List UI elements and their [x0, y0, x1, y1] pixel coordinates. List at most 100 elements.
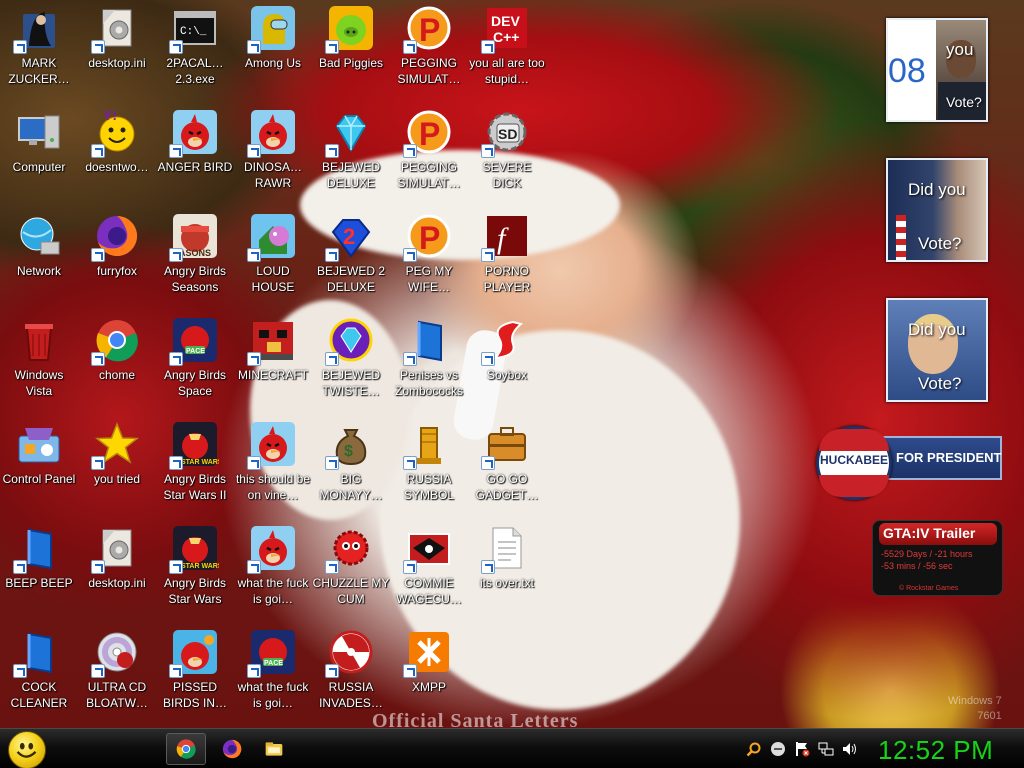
svg-text:C++: C++: [493, 29, 519, 45]
shortcut-arrow-icon: [169, 144, 183, 158]
svg-text:SD: SD: [498, 126, 517, 142]
desktop-icon[interactable]: Y! doesntwo…: [78, 108, 156, 212]
desktop-icon[interactable]: $ BIG MONAYY…: [312, 420, 390, 524]
vote-gadget-obama[interactable]: 08 you Vote?: [886, 18, 988, 122]
radiation-icon: [325, 628, 375, 678]
desktop-icon[interactable]: CHUZZLE MY CUM: [312, 524, 390, 628]
shortcut-arrow-icon: [481, 560, 495, 574]
desktop-icon-label: SEVERE DICK: [482, 160, 532, 190]
taskbar-chrome-button[interactable]: [166, 733, 206, 765]
desktop-icon-label: MARK ZUCKER…: [8, 56, 70, 86]
desktop-icon[interactable]: ULTRA CD BLOATW…: [78, 628, 156, 732]
volume-icon[interactable]: [842, 741, 858, 757]
desktop-icon-label: BEJEWED TWISTE…: [321, 368, 380, 398]
shortcut-arrow-icon: [403, 40, 417, 54]
desktop-icon-label: Penises vs Zombococks: [394, 368, 464, 398]
network-icon[interactable]: [818, 741, 834, 757]
taskbar-clock[interactable]: 12:52 PM: [878, 735, 993, 766]
shortcut-arrow-icon: [481, 456, 495, 470]
huckabee-name: HUCKABEE: [819, 453, 888, 467]
svg-text:Y!: Y!: [103, 108, 117, 123]
angry-bird-icon: [247, 524, 297, 574]
vote-text-top: Did you: [908, 320, 966, 339]
desktop-icon[interactable]: furryfox: [78, 212, 156, 316]
shortcut-arrow-icon: [325, 560, 339, 574]
desktop-icon[interactable]: BEJEWED TWISTE…: [312, 316, 390, 420]
shortcut-arrow-icon: [91, 664, 105, 678]
desktop-icon[interactable]: PACE what the fuck is goi…: [234, 628, 312, 732]
desktop-icon[interactable]: you tried: [78, 420, 156, 524]
desktop-icon[interactable]: f PORNO PLAYER: [468, 212, 546, 316]
vote-gadget-mccain[interactable]: Did you Vote?: [886, 158, 988, 262]
shortcut-arrow-icon: [91, 456, 105, 470]
desktop-icon[interactable]: Soybox: [468, 316, 546, 420]
shortcut-arrow-icon: [247, 456, 261, 470]
vote-gadget-clinton[interactable]: Did you Vote?: [886, 298, 988, 402]
desktop-icon[interactable]: desktop.ini: [78, 524, 156, 628]
desktop-icon[interactable]: its over.txt: [468, 524, 546, 628]
vote-text-bottom: Vote?: [918, 374, 962, 393]
taskbar-explorer-button[interactable]: [254, 733, 294, 765]
desktop-icon[interactable]: P PEGGING SIMULAT…: [390, 108, 468, 212]
desktop-icon-label: ANGER BIRD: [157, 160, 233, 174]
start-button[interactable]: [8, 731, 46, 768]
desktop-icon-label: its over.txt: [479, 576, 535, 590]
desktop-icon[interactable]: ASONS Angry Birds Seasons: [156, 212, 234, 316]
desktop-icon[interactable]: ANGER BIRD: [156, 108, 234, 212]
desktop-icon[interactable]: Control Panel: [0, 420, 78, 524]
desktop-icon[interactable]: MARK ZUCKER…: [0, 4, 78, 108]
desktop-icon-label: RUSSIA INVADES…: [319, 680, 383, 710]
desktop-icon[interactable]: P PEGGING SIMULAT…: [390, 4, 468, 108]
desktop-icon[interactable]: 2 BEJEWED 2 DELUXE: [312, 212, 390, 316]
desktop-icon[interactable]: DEV C++ you all are too stupid…: [468, 4, 546, 108]
search-icon[interactable]: [746, 741, 762, 757]
desktop-icon[interactable]: Bad Piggies: [312, 4, 390, 108]
desktop-icon[interactable]: SD SEVERE DICK: [468, 108, 546, 212]
desktop-icon[interactable]: Computer: [0, 108, 78, 212]
desktop-icon[interactable]: DINOSA… RAWR: [234, 108, 312, 212]
desktop-icon[interactable]: BEEP BEEP: [0, 524, 78, 628]
desktop-icon[interactable]: PISSED BIRDS IN…: [156, 628, 234, 732]
desktop-icon[interactable]: RUSSIA INVADES…: [312, 628, 390, 732]
desktop-icon[interactable]: Windows Vista: [0, 316, 78, 420]
desktop-icon[interactable]: LOUD HOUSE: [234, 212, 312, 316]
angry-bird-icon: [247, 108, 297, 158]
desktop-icon[interactable]: STAR WARS Angry Birds Star Wars II: [156, 420, 234, 524]
dev-cpp-icon: DEV C++: [481, 4, 531, 54]
desktop-icon[interactable]: MINECRAFT: [234, 316, 312, 420]
desktop-icon-label: PEGGING SIMULAT…: [397, 56, 461, 86]
desktop-icon[interactable]: Penises vs Zombococks: [390, 316, 468, 420]
svg-text:STAR WARS: STAR WARS: [181, 459, 219, 466]
svg-text:DEV: DEV: [491, 13, 520, 29]
desktop-icon-label: ULTRA CD BLOATW…: [86, 680, 148, 710]
huckabee-gadget[interactable]: HUCKABEE FOR PRESIDENT: [816, 426, 1002, 500]
desktop-icon[interactable]: C:\_ 2PACAL… 2.3.exe: [156, 4, 234, 108]
desktop-icon[interactable]: Among Us: [234, 4, 312, 108]
shortcut-arrow-icon: [481, 144, 495, 158]
desktop-icon[interactable]: this should be on vine…: [234, 420, 312, 524]
p-logo-icon: P: [403, 4, 453, 54]
shortcut-arrow-icon: [13, 560, 27, 574]
shortcut-arrow-icon: [169, 352, 183, 366]
shortcut-arrow-icon: [169, 560, 183, 574]
desktop-icon[interactable]: desktop.ini: [78, 4, 156, 108]
shortcut-arrow-icon: [247, 40, 261, 54]
desktop-icon[interactable]: what the fuck is goi…: [234, 524, 312, 628]
desktop-icon[interactable]: COCK CLEANER: [0, 628, 78, 732]
desktop-icon[interactable]: STAR WARS Angry Birds Star Wars: [156, 524, 234, 628]
action-center-flag-icon[interactable]: [794, 741, 810, 757]
desktop-icon[interactable]: XMPP: [390, 628, 468, 732]
desktop-icon-label: Angry Birds Seasons: [163, 264, 227, 294]
desktop-icon[interactable]: chome: [78, 316, 156, 420]
desktop-icon[interactable]: COMMIE WAGECU…: [390, 524, 468, 628]
desktop-icon[interactable]: RUSSIA SYMBOL: [390, 420, 468, 524]
taskbar-firefox-button[interactable]: [212, 733, 252, 765]
desktop-icon[interactable]: Network: [0, 212, 78, 316]
desktop-icon[interactable]: BEJEWED DELUXE: [312, 108, 390, 212]
desktop-icon[interactable]: GO GO GADGET…: [468, 420, 546, 524]
gta-countdown-gadget[interactable]: GTA:IV Trailer -5529 Days / -21 hours -5…: [872, 520, 1003, 596]
desktop-icon[interactable]: P PEG MY WIFE…: [390, 212, 468, 316]
messenger-icon[interactable]: [770, 741, 786, 757]
shortcut-arrow-icon: [13, 664, 27, 678]
desktop-icon[interactable]: PACE Angry Birds Space: [156, 316, 234, 420]
